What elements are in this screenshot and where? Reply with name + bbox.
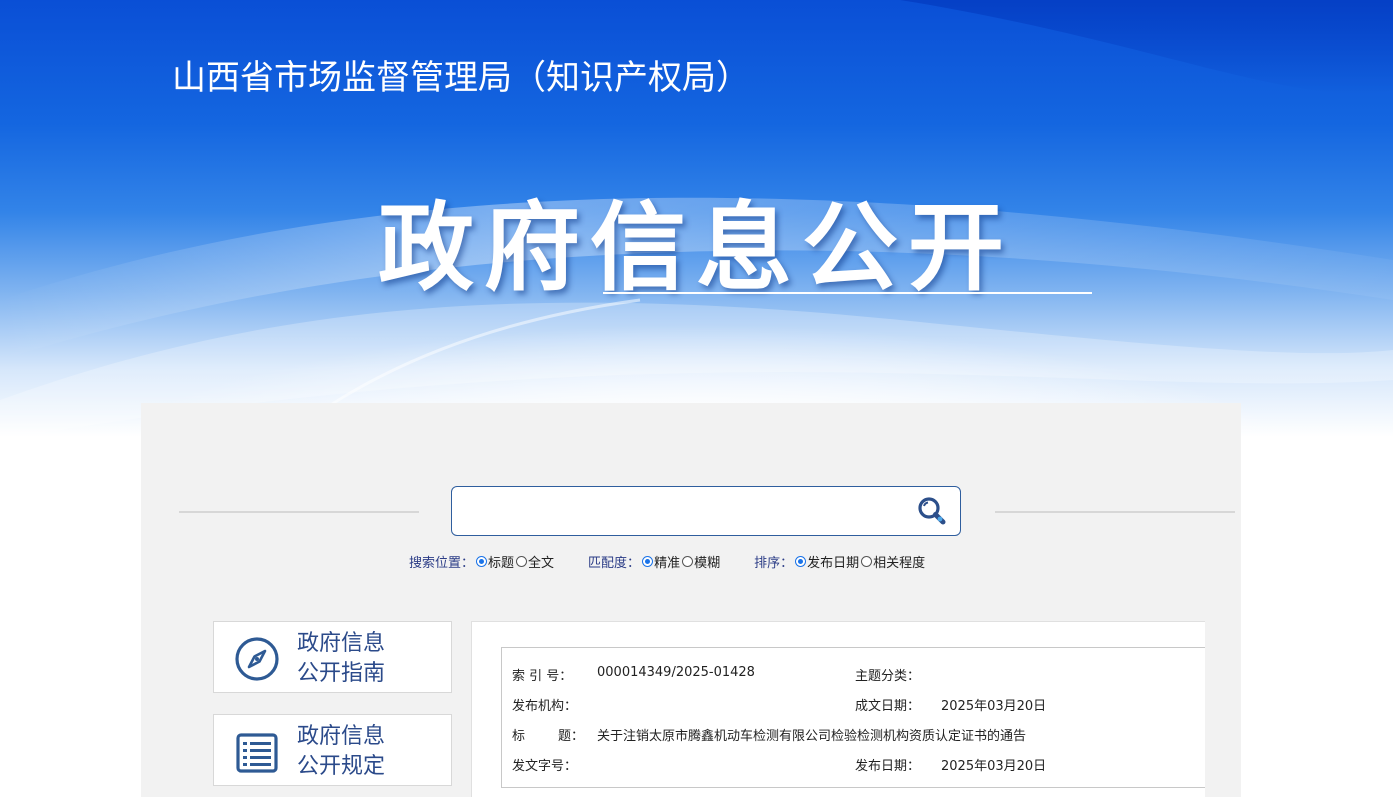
doc-title-value: 关于注销太原市腾鑫机动车检测有限公司检验检测机构资质认定证书的通告 [597, 729, 1027, 744]
radio-sort-date-label: 发布日期 [807, 555, 860, 571]
created-date-value: 2025年03月20日 [941, 699, 1047, 714]
radio-exact[interactable] [642, 555, 654, 567]
issuer-label: 发布机构： [512, 699, 578, 714]
radio-fuzzy-label: 模糊 [694, 555, 721, 571]
match-group: 匹配度： 精准 模糊 [588, 552, 720, 571]
search-position-label: 搜索位置： [409, 555, 475, 571]
compass-icon [235, 637, 279, 681]
radio-sort-date[interactable] [795, 555, 807, 567]
search-options: 搜索位置： 标题 全文 匹配度： 精准 模糊 排序： 发布日期 相关程度 [409, 552, 925, 571]
radio-title[interactable] [476, 555, 488, 567]
sort-label: 排序： [754, 555, 794, 571]
radio-sort-relevance[interactable] [861, 555, 873, 567]
sidebar-item-guide-line1: 政府信息 [297, 631, 386, 656]
radio-title-label: 标题 [488, 555, 515, 571]
radio-fulltext-label: 全文 [528, 555, 555, 571]
radio-fulltext[interactable] [516, 555, 528, 567]
search-input[interactable] [462, 493, 906, 531]
created-date-label: 成文日期： [855, 699, 921, 714]
match-label: 匹配度： [588, 555, 641, 571]
doc-number-label: 发文字号： [512, 759, 578, 774]
page: 山西省市场监督管理局（知识产权局） 政府信息公开 搜索位置： 标题 全文 匹配度… [0, 0, 1393, 797]
index-value: 000014349/2025-01428 [597, 665, 755, 680]
page-title: 政府信息公开 [378, 192, 1014, 304]
search-icon[interactable] [916, 496, 950, 528]
radio-sort-relevance-label: 相关程度 [873, 555, 926, 571]
search-divider-right [995, 511, 1235, 513]
published-date-label: 发布日期： [855, 759, 921, 774]
sidebar-item-guide-line2: 公开指南 [297, 661, 386, 686]
sidebar-item-rules-line2: 公开规定 [297, 754, 386, 779]
index-label: 索 引 号： [512, 669, 573, 684]
search-position-group: 搜索位置： 标题 全文 [409, 552, 554, 571]
sort-group: 排序： 发布日期 相关程度 [754, 552, 925, 571]
search-box [451, 486, 961, 536]
doc-title-label: 标 题： [512, 729, 585, 744]
radio-exact-label: 精准 [654, 555, 681, 571]
title-underline [603, 292, 1092, 294]
department-title: 山西省市场监督管理局（知识产权局） [172, 58, 750, 98]
sidebar-item-guide-label: 政府信息 公开指南 [297, 629, 447, 689]
sidebar-item-guide[interactable]: 政府信息 公开指南 [213, 621, 452, 693]
sidebar-item-rules-line1: 政府信息 [297, 724, 386, 749]
sidebar-item-rules-label: 政府信息 公开规定 [297, 722, 447, 782]
published-date-value: 2025年03月20日 [941, 759, 1047, 774]
document-list-icon [236, 733, 278, 773]
sidebar-item-rules[interactable]: 政府信息 公开规定 [213, 714, 452, 786]
search-divider-left [179, 511, 419, 513]
document-meta-table: 索 引 号： 000014349/2025-01428 主题分类： 发布机构： … [501, 647, 1205, 788]
topic-label: 主题分类： [855, 669, 921, 684]
radio-fuzzy[interactable] [682, 555, 694, 567]
